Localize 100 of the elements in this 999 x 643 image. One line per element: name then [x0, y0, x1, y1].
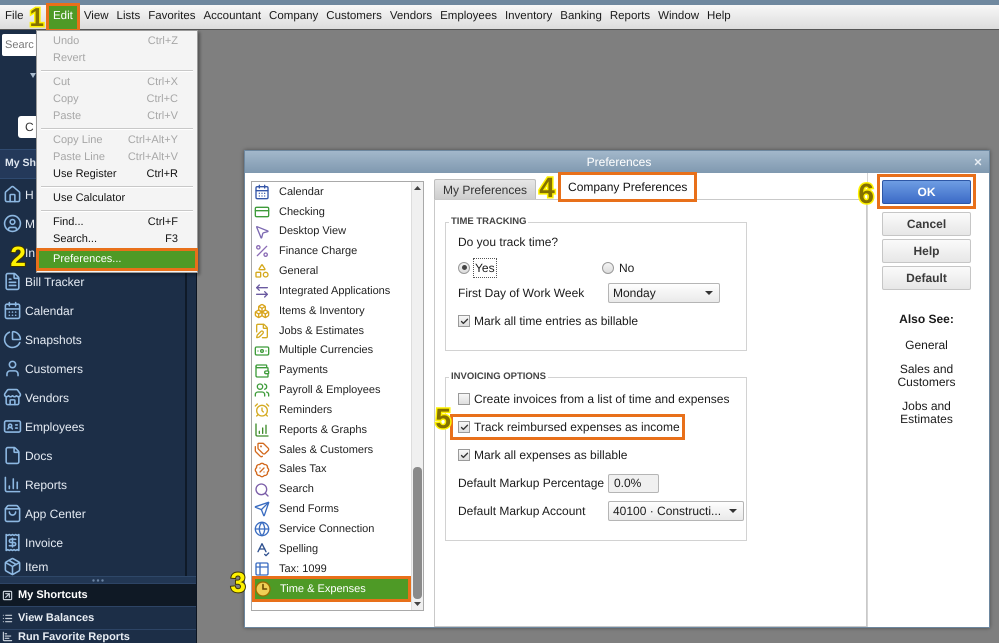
callout-number: 1 — [30, 4, 44, 30]
menu-item[interactable]: Reports — [606, 7, 654, 27]
scroll-up-arrow-icon[interactable] — [414, 186, 421, 190]
document-pen-icon — [254, 322, 270, 339]
category-item[interactable]: Finance Charge — [252, 242, 411, 262]
checkbox[interactable] — [458, 315, 470, 327]
sidebar-item[interactable]: H — [0, 180, 34, 209]
shapes-icon — [254, 263, 270, 280]
dialog-button[interactable]: Default — [882, 266, 971, 290]
boxes-icon — [254, 302, 270, 319]
category-item[interactable]: Payments — [252, 360, 411, 380]
category-item[interactable]: Items & Inventory — [252, 301, 411, 321]
checkbox-label[interactable]: Mark all time entries as billable — [474, 312, 638, 330]
category-item[interactable]: Integrated Applications — [252, 281, 411, 302]
menu-item[interactable]: Company — [265, 7, 322, 27]
menu-item[interactable]: Banking — [556, 7, 606, 27]
category-item[interactable]: Spelling — [252, 539, 411, 560]
also-see-link[interactable]: Sales and Customers — [882, 363, 971, 389]
category-item[interactable]: Multiple Currencies — [252, 340, 411, 361]
search-field[interactable]: Searc — [2, 34, 36, 56]
sidebar-item[interactable]: Reports — [0, 470, 68, 499]
category-item[interactable]: Sales Tax — [252, 460, 411, 480]
radio-label[interactable]: No — [617, 258, 636, 278]
category-item[interactable]: Tax: 1099 — [252, 559, 411, 579]
grip-icon[interactable] — [92, 578, 104, 582]
menu-item[interactable]: Employees — [436, 7, 501, 27]
primary-button[interactable]: OK — [882, 180, 971, 204]
category-item[interactable]: General — [252, 261, 411, 282]
field-label: Default Markup Percentage — [458, 475, 606, 492]
category-item[interactable]: Jobs & Estimates — [252, 320, 411, 341]
menu-item[interactable]: Find... Ctrl+F — [37, 214, 197, 231]
checkbox-label[interactable]: Track reimbursed expenses as income — [474, 418, 680, 436]
sidebar-tab[interactable]: My Shortcuts — [0, 583, 196, 606]
checkbox[interactable] — [458, 421, 470, 433]
category-item[interactable]: Desktop View — [252, 222, 411, 242]
sidebar-item[interactable]: Snapshots — [0, 325, 82, 354]
menu-item[interactable]: Vendors — [386, 7, 436, 27]
category-item[interactable]: Sales & Customers — [252, 440, 411, 460]
menu-item[interactable]: Use Calculator — [37, 190, 197, 207]
sidebar-item[interactable]: Docs — [0, 441, 52, 470]
category-item[interactable]: Time & Expenses — [255, 578, 408, 599]
checkbox-label[interactable]: Create invoices from a list of time and expenses — [474, 390, 730, 408]
sidebar-button[interactable]: C — [18, 116, 36, 138]
category-item[interactable]: Send Forms — [252, 500, 411, 520]
sidebar-tab[interactable]: Run Favorite Reports — [0, 629, 196, 643]
menu-item[interactable]: Edit — [49, 6, 77, 28]
dialog-button[interactable]: Help — [882, 239, 971, 263]
sidebar-item[interactable]: Vendors — [0, 383, 70, 412]
dropdown[interactable]: Monday — [608, 283, 720, 303]
category-item[interactable]: Service Connection — [252, 519, 411, 540]
menu-item[interactable]: Accountant — [200, 7, 266, 27]
category-item[interactable]: Calendar — [252, 182, 411, 202]
menu-item[interactable]: Inventory — [500, 7, 556, 27]
sidebar-item[interactable]: Customers — [0, 354, 84, 383]
menu-item[interactable]: Customers — [322, 7, 386, 27]
menu-item[interactable]: Help — [703, 7, 735, 27]
calendar-icon — [254, 184, 270, 200]
section-header: My Sh — [0, 149, 36, 179]
menu-item[interactable]: View — [80, 7, 113, 27]
checkbox[interactable] — [458, 449, 470, 461]
input-field[interactable]: 0.0% — [608, 474, 659, 492]
also-see-link[interactable]: General — [905, 339, 948, 352]
callout-number: 5 — [435, 405, 451, 433]
sidebar-item[interactable]: Employees — [0, 412, 84, 441]
category-item[interactable]: Search — [252, 480, 411, 500]
sidebar-item[interactable]: App Center — [0, 499, 86, 528]
category-item[interactable]: Reminders — [252, 400, 411, 420]
menu-item[interactable]: Favorites — [144, 7, 200, 27]
radio-button[interactable] — [458, 262, 470, 274]
question-text: Do you track time? — [458, 234, 558, 251]
category-item[interactable]: Checking — [252, 202, 411, 222]
pie-chart-icon — [3, 330, 22, 349]
radio-label[interactable]: Yes — [473, 258, 497, 278]
radio-button[interactable] — [602, 262, 614, 274]
category-item[interactable]: Reports & Graphs — [252, 420, 411, 440]
menu-item[interactable]: Use Register Ctrl+R — [37, 166, 197, 183]
scroll-down-arrow-icon[interactable] — [414, 602, 421, 606]
scrollbar[interactable] — [411, 182, 423, 610]
tab[interactable]: My Preferences — [434, 179, 536, 199]
sidebar-item[interactable]: M — [0, 209, 35, 238]
checkbox[interactable] — [458, 393, 470, 405]
bar-chart-icon — [3, 475, 22, 494]
scrollbar-thumb[interactable] — [413, 467, 422, 599]
menu-item[interactable]: File — [1, 7, 28, 27]
credit-card-icon — [254, 204, 270, 220]
sidebar-item[interactable]: Calendar — [0, 296, 74, 325]
dropdown[interactable]: 40100 · Constructi... — [608, 501, 744, 521]
checkbox-label[interactable]: Mark all expenses as billable — [474, 446, 628, 464]
menu-item[interactable]: Lists — [112, 7, 144, 27]
sidebar-item[interactable]: Item — [0, 557, 48, 576]
sidebar-item[interactable]: Invoice — [0, 528, 64, 557]
dialog-button[interactable]: Cancel — [882, 212, 971, 236]
globe-icon — [254, 521, 270, 538]
menu-item[interactable]: Window — [654, 7, 704, 27]
category-item[interactable]: Payroll & Employees — [252, 380, 411, 400]
sidebar-item[interactable]: In — [25, 238, 36, 267]
menu-item[interactable]: Preferences... — [39, 251, 195, 268]
menu-item[interactable]: Search... F3 — [37, 231, 197, 248]
alarm-clock-icon — [254, 402, 270, 418]
also-see-link[interactable]: Jobs and Estimates — [882, 400, 971, 426]
